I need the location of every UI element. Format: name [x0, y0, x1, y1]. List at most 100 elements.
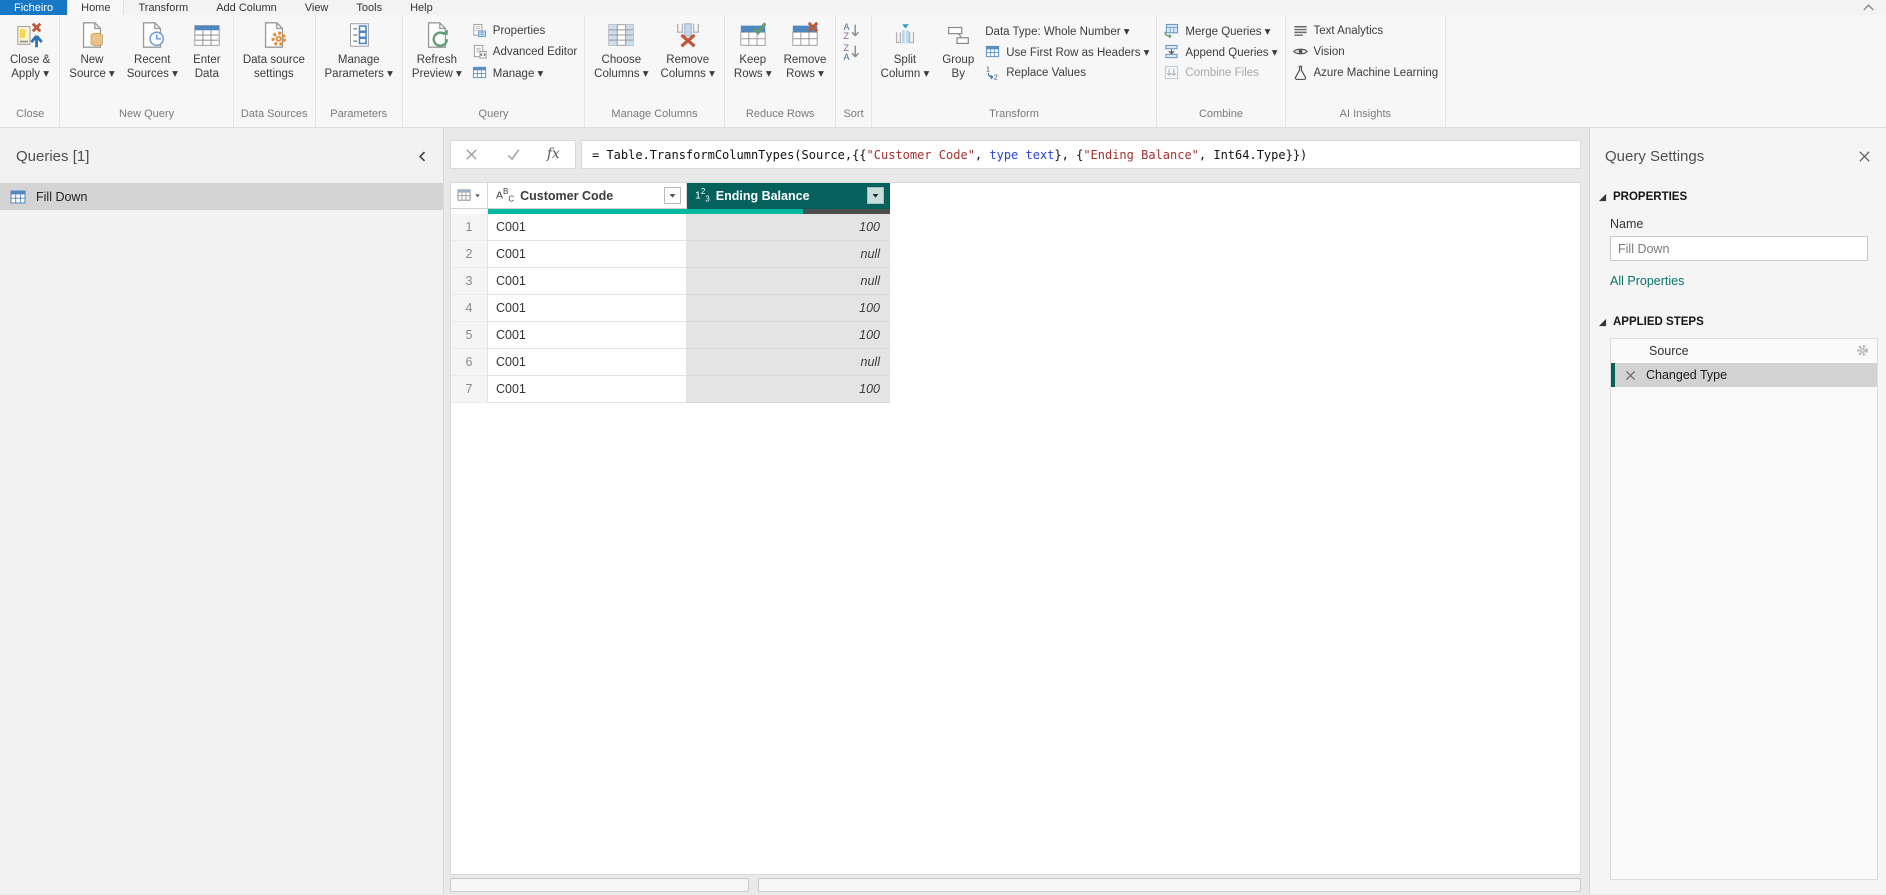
ribbon-button-az-sort-icon[interactable]: AZ — [843, 22, 860, 39]
row-number[interactable]: 7 — [451, 376, 488, 403]
chevron-up-icon[interactable] — [1861, 0, 1876, 15]
ribbon-button-properties[interactable]: Properties — [472, 22, 577, 39]
ribbon-button-group-by[interactable]: Group By — [935, 15, 981, 82]
cell-customer-code[interactable]: C001 — [488, 295, 687, 322]
ribbon-button-azure-machine-learning[interactable]: Azure Machine Learning — [1293, 64, 1438, 81]
cancel-button[interactable] — [464, 147, 479, 162]
scrollbar-thumb-right[interactable] — [758, 878, 1581, 892]
ribbon-group-label: AI Insights — [1339, 108, 1392, 120]
ribbon-button-replace-values[interactable]: 1 2 Replace Values — [985, 64, 1149, 81]
ribbon-button-vision[interactable]: Vision — [1292, 43, 1439, 60]
row-number[interactable]: 3 — [451, 268, 488, 295]
ribbon-button-close-apply[interactable]: Close & Apply ▾ — [4, 15, 56, 82]
formula-expand-button[interactable] — [1558, 149, 1571, 162]
ribbon-button-split-column[interactable]: Split Column ▾ — [875, 15, 936, 82]
combine-files-icon — [1164, 65, 1179, 80]
ribbon-button-combine-files[interactable]: Combine Files — [1164, 64, 1277, 81]
ribbon-button-text-analytics[interactable]: Text Analytics — [1293, 22, 1439, 39]
query-item-fill-down[interactable]: Fill Down — [0, 183, 443, 210]
ribbon-button-advanced-editor[interactable]: Advanced Editor — [472, 43, 577, 60]
applied-steps-section-header[interactable]: APPLIED STEPS — [1598, 316, 1886, 328]
column-name: Customer Code — [520, 188, 614, 203]
cell-ending-balance[interactable]: 100 — [687, 295, 890, 322]
cell-customer-code[interactable]: C001 — [488, 349, 687, 376]
formula-segment: "Customer Code" — [866, 147, 975, 162]
cell-customer-code[interactable]: C001 — [488, 214, 687, 241]
table-row: 4 C001 100 — [451, 295, 1580, 322]
delete-step-icon[interactable] — [1624, 369, 1637, 382]
menu-tab-view[interactable]: View — [291, 0, 343, 15]
cell-customer-code[interactable]: C001 — [488, 268, 687, 295]
ribbon-button-manage-parameters[interactable]: Manage Parameters ▾ — [319, 15, 399, 82]
ribbon-group-label: New Query — [119, 108, 175, 120]
ribbon-button-manage[interactable]: Manage ▾ — [472, 64, 577, 81]
cell-customer-code[interactable]: C001 — [488, 376, 687, 403]
ribbon-button-za-sort-icon[interactable]: ZA — [843, 43, 860, 60]
cell-ending-balance[interactable]: null — [687, 268, 890, 295]
ribbon-button-keep-rows[interactable]: Keep Rows ▾ — [728, 15, 778, 82]
filter-dropdown-button[interactable] — [664, 187, 681, 204]
column-header-ending-balance[interactable]: 123 Ending Balance — [687, 183, 890, 209]
ribbon-button-refresh-preview[interactable]: Refresh Preview ▾ — [406, 15, 468, 82]
cell-customer-code[interactable]: C001 — [488, 322, 687, 349]
chevron-left-icon[interactable] — [416, 150, 429, 163]
fx-icon[interactable]: fx — [547, 147, 562, 162]
all-properties-link[interactable]: All Properties — [1610, 274, 1684, 288]
ribbon: Close & Apply ▾ Close New Source ▾ Recent S… — [0, 15, 1886, 128]
remove-rows-icon — [790, 20, 820, 50]
menu-tab-home[interactable]: Home — [67, 0, 125, 15]
cell-ending-balance[interactable]: null — [687, 241, 890, 268]
menu-tab-tools[interactable]: Tools — [342, 0, 396, 15]
commit-button[interactable] — [506, 147, 521, 162]
close-icon[interactable] — [1857, 149, 1872, 164]
column-header-customer-code[interactable]: ABC Customer Code — [488, 183, 687, 209]
row-number[interactable]: 6 — [451, 349, 488, 376]
close-apply-icon — [15, 20, 45, 50]
ribbon-button-enter-data[interactable]: Enter Data — [184, 15, 230, 82]
applied-step-source[interactable]: Source — [1611, 339, 1877, 363]
table-row: 2 C001 null — [451, 241, 1580, 268]
row-number[interactable]: 2 — [451, 241, 488, 268]
ribbon-button-remove-columns[interactable]: Remove Columns ▾ — [655, 15, 721, 82]
row-number[interactable]: 5 — [451, 322, 488, 349]
menu-tab-ficheiro[interactable]: Ficheiro — [0, 0, 68, 15]
cell-ending-balance[interactable]: 100 — [687, 322, 890, 349]
ribbon-button-recent-sources[interactable]: Recent Sources ▾ — [121, 15, 184, 82]
table-row: 6 C001 null — [451, 349, 1580, 376]
selected-step-bar — [1611, 363, 1615, 387]
cell-ending-balance[interactable]: 100 — [687, 214, 890, 241]
ribbon-button-use-first-row-as-headers[interactable]: Use First Row as Headers ▾ — [985, 43, 1149, 60]
ribbon-group-parameters: Manage Parameters ▾ Parameters — [316, 15, 403, 127]
ribbon-group-label: Manage Columns — [611, 108, 698, 120]
scrollbar-thumb-left[interactable] — [450, 878, 749, 892]
ribbon-button-choose-columns[interactable]: Choose Columns ▾ — [588, 15, 654, 82]
manage-parameters-icon — [344, 20, 374, 50]
ribbon-button-merge-queries[interactable]: Merge Queries ▾ — [1164, 22, 1277, 39]
row-number[interactable]: 4 — [451, 295, 488, 322]
ribbon-button-append-queries[interactable]: Append Queries ▾ — [1164, 43, 1278, 60]
ribbon-button-data-source-settings[interactable]: Data source settings — [237, 15, 311, 82]
cell-ending-balance[interactable]: null — [687, 349, 890, 376]
filter-dropdown-button[interactable] — [867, 187, 884, 204]
ribbon-group-label: Reduce Rows — [745, 108, 815, 120]
table-row: 5 C001 100 — [451, 322, 1580, 349]
gear-icon[interactable] — [1855, 343, 1870, 358]
properties-section-header[interactable]: PROPERTIES — [1598, 191, 1886, 203]
formula-input[interactable]: = Table.TransformColumnTypes(Source,{{"C… — [581, 140, 1581, 169]
svg-text:Z: Z — [844, 31, 850, 39]
cell-customer-code[interactable]: C001 — [488, 241, 687, 268]
row-number[interactable]: 1 — [451, 214, 488, 241]
menu-tab-transform[interactable]: Transform — [124, 0, 202, 15]
ribbon-button-new-source[interactable]: New Source ▾ — [63, 15, 120, 82]
query-name-input[interactable] — [1610, 236, 1868, 261]
cell-ending-balance[interactable]: 100 — [687, 376, 890, 403]
select-all-corner[interactable] — [451, 183, 488, 209]
ribbon-button-remove-rows[interactable]: Remove Rows ▾ — [778, 15, 833, 82]
menu-tab-add-column[interactable]: Add Column — [202, 0, 291, 15]
queries-panel-title: Queries [1] — [16, 147, 90, 165]
menu-tab-help[interactable]: Help — [396, 0, 447, 15]
advanced-editor-icon — [472, 44, 487, 59]
applied-step-changed-type[interactable]: Changed Type — [1611, 363, 1877, 387]
ribbon-button-data-type-whole-number[interactable]: Data Type: Whole Number ▾ — [985, 22, 1149, 39]
properties-icon — [472, 23, 487, 38]
